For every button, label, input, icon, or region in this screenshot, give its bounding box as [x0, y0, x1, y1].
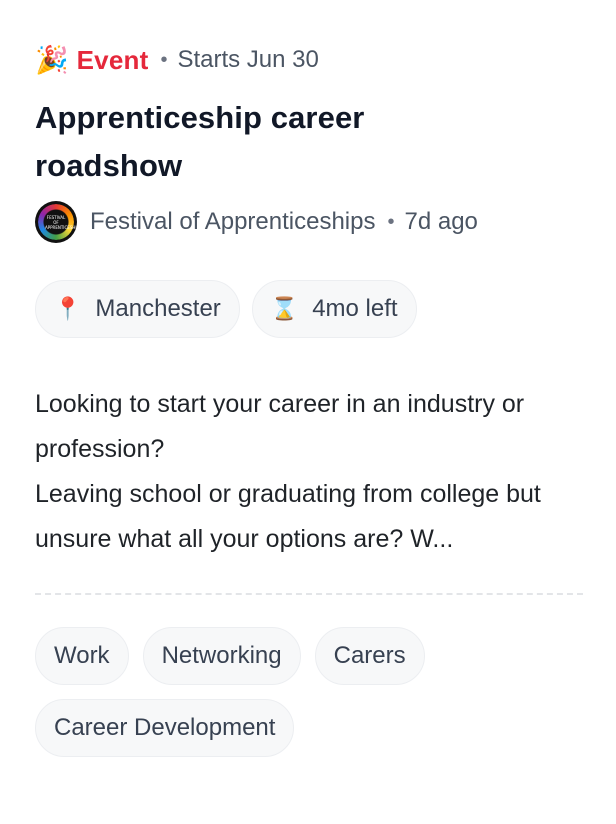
- event-card[interactable]: 🎉 Event • Starts Jun 30 Apprenticeship c…: [35, 40, 583, 757]
- event-description: Looking to start your career in an indus…: [35, 382, 583, 562]
- tag-work[interactable]: Work: [35, 627, 129, 685]
- tag-career-development[interactable]: Career Development: [35, 699, 295, 757]
- event-meta-row: 🎉 Event • Starts Jun 30: [35, 40, 581, 80]
- posted-ago: 7d ago: [404, 208, 478, 235]
- organizer-avatar[interactable]: FESTIVAL OF APPRENTICESHIPS: [35, 201, 77, 243]
- tag-networking[interactable]: Networking: [142, 627, 301, 685]
- description-line: Looking to start your career in an indus…: [35, 390, 525, 463]
- organizer-name[interactable]: Festival of Apprenticeships: [90, 208, 375, 236]
- hourglass-icon: ⌛: [270, 296, 299, 321]
- organizer-row: FESTIVAL OF APPRENTICESHIPS Festival of …: [35, 198, 581, 246]
- party-popper-icon: 🎉: [35, 44, 69, 75]
- info-chips: 📍 Manchester ⌛ 4mo left: [35, 280, 581, 338]
- location-label: Manchester: [95, 295, 221, 322]
- separator-dot: •: [160, 48, 168, 71]
- dashed-divider: [35, 593, 583, 595]
- separator-dot: •: [387, 210, 395, 233]
- start-date: Starts Jun 30: [177, 46, 319, 73]
- tag-list: Work Networking Carers Career Developmen…: [35, 627, 583, 757]
- location-chip: 📍 Manchester: [35, 280, 240, 338]
- time-left-chip: ⌛ 4mo left: [251, 280, 417, 338]
- avatar-logo-text: FESTIVAL OF APPRENTICESHIPS: [45, 214, 77, 230]
- event-title[interactable]: Apprenticeship career roadshow: [35, 94, 475, 190]
- location-pin-icon: 📍: [54, 296, 82, 321]
- event-type-label: Event: [76, 44, 149, 75]
- tag-carers[interactable]: Carers: [314, 627, 425, 685]
- description-line: Leaving school or graduating from colleg…: [35, 480, 541, 553]
- time-left-label: 4mo left: [312, 295, 398, 322]
